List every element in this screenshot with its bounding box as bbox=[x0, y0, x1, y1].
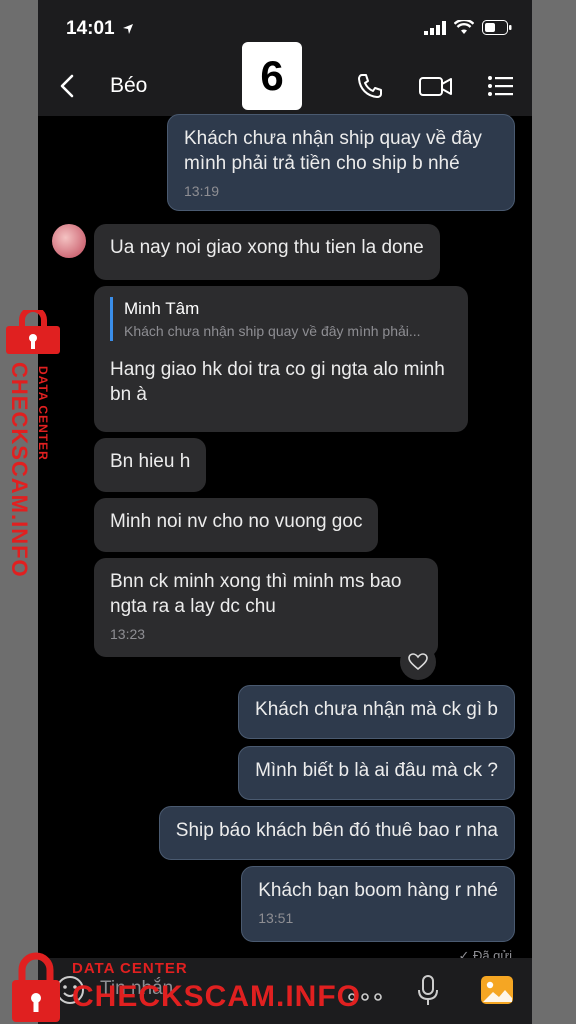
message-bubble-outgoing[interactable]: Khách bạn boom hàng r nhé 13:51 bbox=[241, 866, 515, 942]
message-text: Hang giao hk doi tra co gi ngta alo minh… bbox=[110, 359, 445, 405]
message-text: Bnn ck minh xong thì minh ms bao ngta ra… bbox=[110, 571, 402, 617]
gallery-icon[interactable] bbox=[480, 974, 514, 1011]
message-bubble-incoming[interactable]: Bnn ck minh xong thì minh ms bao ngta ra… bbox=[94, 558, 438, 657]
more-options-icon[interactable] bbox=[348, 988, 382, 1006]
message-text: Mình biết b là ai đâu mà ck ? bbox=[255, 760, 498, 781]
message-text: Khách bạn boom hàng r nhé bbox=[258, 880, 498, 901]
message-text: Khách chưa nhận ship quay về đây mình ph… bbox=[184, 128, 482, 174]
watermark-side: CHECKSCAM.INFO DATA CENTER bbox=[0, 306, 64, 610]
message-bubble-outgoing[interactable]: Khách chưa nhận ship quay về đây mình ph… bbox=[167, 114, 515, 211]
message-text: Ua nay noi giao xong thu tien la done bbox=[110, 237, 424, 258]
battery-icon bbox=[482, 20, 512, 40]
message-time: 13:19 bbox=[184, 183, 220, 199]
location-arrow-icon bbox=[122, 22, 134, 40]
phone-screen: 14:01 Béo 6 Khách chưa nhận ship quay về… bbox=[38, 0, 532, 1024]
video-call-icon[interactable] bbox=[418, 72, 454, 105]
message-text: Khách chưa nhận mà ck gì b bbox=[255, 699, 498, 720]
message-bubble-incoming[interactable]: Bn hieu h bbox=[94, 438, 207, 492]
message-bubble-incoming[interactable]: Ua nay noi giao xong thu tien la done bbox=[94, 224, 440, 280]
message-time: 13:51 bbox=[258, 910, 294, 926]
watermark-subtext: DATA CENTER bbox=[36, 366, 50, 461]
status-time: 14:01 bbox=[66, 18, 115, 39]
quoted-message[interactable]: Minh Tâm Khách chưa nhận ship quay về đâ… bbox=[110, 297, 452, 341]
right-background bbox=[532, 0, 576, 1024]
message-bubble-incoming[interactable]: Minh noi nv cho no vuong goc bbox=[94, 498, 379, 552]
emoji-icon[interactable] bbox=[54, 974, 86, 1011]
message-text: Minh noi nv cho no vuong goc bbox=[110, 511, 363, 532]
signal-icon bbox=[424, 20, 446, 40]
message-text: Ship báo khách bên đó thuê bao r nha bbox=[175, 820, 498, 841]
microphone-icon[interactable] bbox=[416, 974, 440, 1013]
menu-list-icon[interactable] bbox=[486, 72, 514, 105]
watermark-text: CHECKSCAM.INFO bbox=[7, 362, 32, 578]
message-bubble-outgoing[interactable]: Mình biết b là ai đâu mà ck ? bbox=[238, 746, 515, 800]
heart-reaction-icon[interactable] bbox=[400, 644, 436, 680]
back-button[interactable] bbox=[56, 72, 82, 100]
message-bubble-reply[interactable]: Minh Tâm Khách chưa nhận ship quay về đâ… bbox=[94, 286, 468, 432]
message-text: Bn hieu h bbox=[110, 451, 191, 472]
contact-name[interactable]: Béo bbox=[110, 74, 147, 98]
message-time: 13:23 bbox=[110, 626, 146, 642]
phone-call-icon[interactable] bbox=[356, 72, 384, 105]
number-badge: 6 bbox=[242, 42, 302, 110]
wifi-icon bbox=[453, 18, 475, 40]
avatar[interactable] bbox=[52, 224, 86, 258]
quote-author: Minh Tâm bbox=[124, 299, 200, 318]
chat-header: Béo 6 bbox=[38, 42, 532, 116]
message-input[interactable]: Tin nhắn bbox=[100, 978, 173, 1000]
message-list[interactable]: Khách chưa nhận ship quay về đây mình ph… bbox=[38, 114, 532, 963]
message-bubble-outgoing[interactable]: Ship báo khách bên đó thuê bao r nha bbox=[158, 806, 515, 860]
message-bubble-outgoing[interactable]: Khách chưa nhận mà ck gì b bbox=[238, 685, 515, 739]
watermark-lock-icon bbox=[4, 306, 62, 359]
message-input-bar: Tin nhắn bbox=[38, 958, 532, 1024]
quote-text: Khách chưa nhận ship quay về đây mình ph… bbox=[124, 323, 421, 339]
